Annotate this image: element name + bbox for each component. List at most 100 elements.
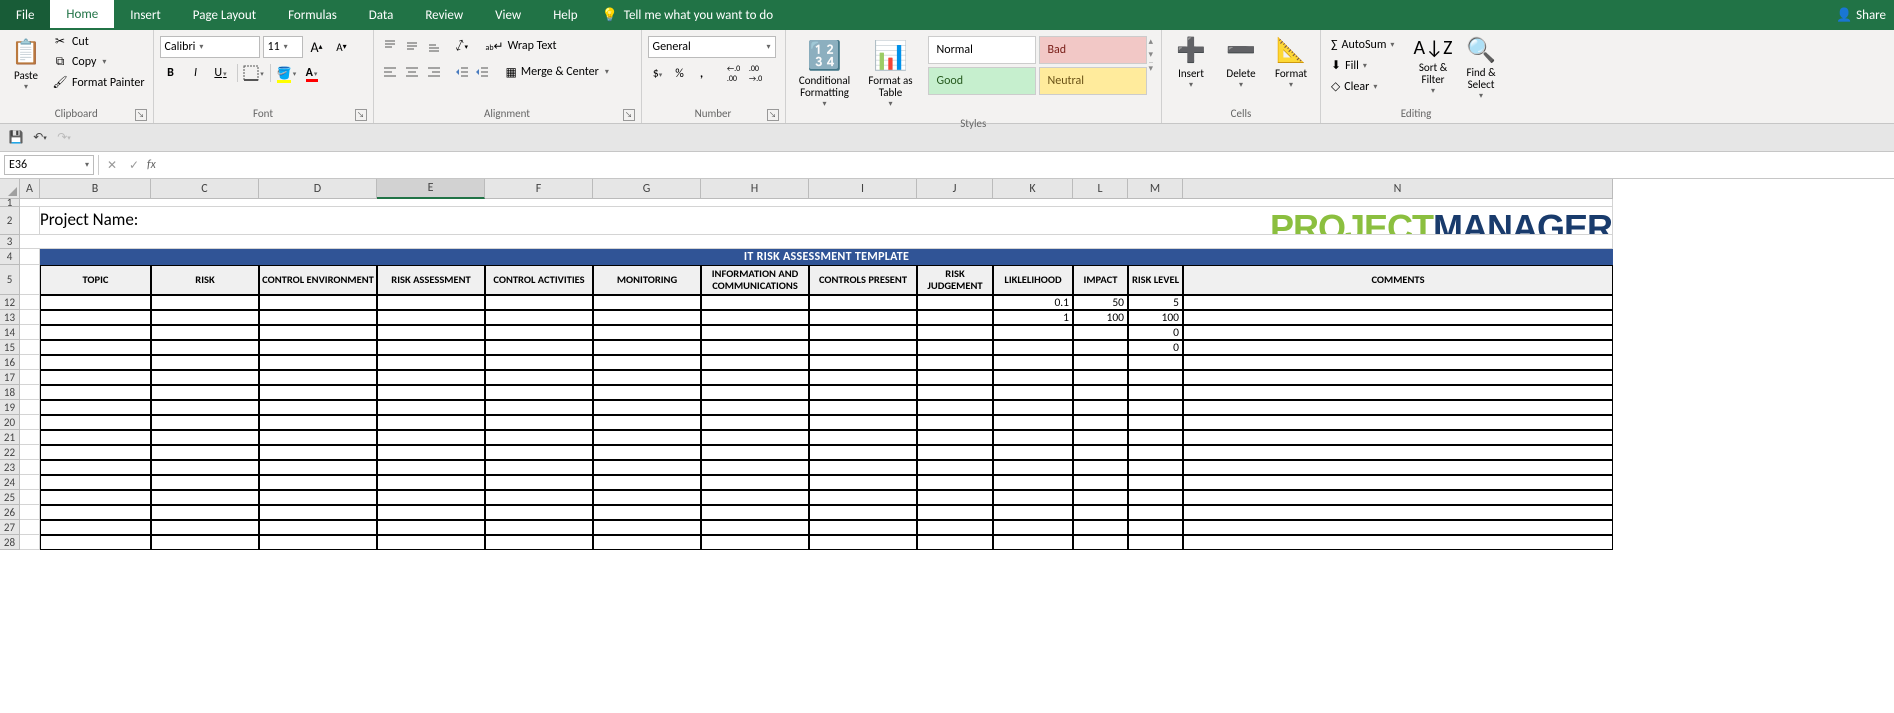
dialog-launcher-icon[interactable]: ↘ (767, 109, 779, 121)
share-button[interactable]: 👤 Share (1836, 8, 1894, 23)
column-header-N[interactable]: N (1183, 179, 1613, 199)
data-cell[interactable] (1128, 400, 1183, 415)
data-cell[interactable] (917, 355, 993, 370)
data-cell[interactable] (917, 535, 993, 550)
data-cell[interactable] (917, 445, 993, 460)
data-cell[interactable] (917, 370, 993, 385)
data-cell[interactable] (809, 520, 917, 535)
data-cell[interactable] (1183, 385, 1613, 400)
data-cell[interactable] (151, 340, 259, 355)
data-cell[interactable] (40, 415, 151, 430)
data-cell[interactable] (1073, 340, 1128, 355)
comma-button[interactable]: , (692, 64, 712, 84)
data-cell[interactable] (485, 325, 593, 340)
data-cell[interactable] (1183, 490, 1613, 505)
data-cell[interactable] (993, 535, 1073, 550)
data-cell[interactable] (259, 475, 377, 490)
insert-tab[interactable]: Insert (114, 0, 177, 30)
column-header-B[interactable]: B (40, 179, 151, 199)
data-cell[interactable] (593, 355, 701, 370)
data-cell[interactable] (1073, 490, 1128, 505)
column-header-I[interactable]: I (809, 179, 917, 199)
data-cell[interactable] (485, 415, 593, 430)
style-good[interactable]: Good (928, 67, 1036, 95)
dialog-launcher-icon[interactable]: ↘ (623, 109, 635, 121)
data-cell[interactable] (593, 460, 701, 475)
data-cell[interactable] (701, 385, 809, 400)
data-cell[interactable] (1128, 385, 1183, 400)
data-cell[interactable] (151, 460, 259, 475)
data-cell[interactable] (1183, 505, 1613, 520)
data-cell[interactable] (809, 310, 917, 325)
data-cell[interactable] (1128, 490, 1183, 505)
data-cell[interactable] (1128, 355, 1183, 370)
data-cell[interactable] (377, 415, 485, 430)
column-header-G[interactable]: G (593, 179, 701, 199)
format-as-table-button[interactable]: 📊 Format as Table ▾ (858, 36, 924, 111)
data-cell[interactable] (917, 460, 993, 475)
clear-button[interactable]: ◇ Clear▾ (1327, 77, 1409, 96)
data-cell[interactable] (701, 340, 809, 355)
data-cell[interactable] (40, 490, 151, 505)
column-header-K[interactable]: K (993, 179, 1073, 199)
tell-me[interactable]: 💡 Tell me what you want to do (602, 8, 774, 23)
data-tab[interactable]: Data (353, 0, 410, 30)
find-select-button[interactable]: 🔍 Find & Select▾ (1457, 36, 1505, 101)
data-cell[interactable] (151, 325, 259, 340)
cell[interactable] (20, 207, 40, 235)
data-cell[interactable] (593, 385, 701, 400)
data-cell[interactable] (1183, 340, 1613, 355)
row-header-19[interactable]: 19 (0, 400, 20, 415)
dialog-launcher-icon[interactable]: ↘ (355, 109, 367, 121)
data-cell[interactable] (809, 475, 917, 490)
data-cell[interactable] (917, 340, 993, 355)
merge-center-button[interactable]: ▦ Merge & Center ▾ (502, 63, 613, 82)
data-cell[interactable] (485, 385, 593, 400)
data-cell[interactable] (1183, 430, 1613, 445)
data-cell[interactable] (917, 325, 993, 340)
data-cell[interactable] (1183, 400, 1613, 415)
data-cell[interactable] (993, 430, 1073, 445)
data-cell[interactable] (259, 310, 377, 325)
data-cell[interactable] (377, 370, 485, 385)
row-header-27[interactable]: 27 (0, 520, 20, 535)
data-cell[interactable] (993, 325, 1073, 340)
data-cell[interactable]: 0 (1128, 340, 1183, 355)
data-cell[interactable] (1183, 475, 1613, 490)
data-cell[interactable] (259, 505, 377, 520)
row-header-23[interactable]: 23 (0, 460, 20, 475)
data-cell[interactable] (485, 445, 593, 460)
help-tab[interactable]: Help (537, 0, 593, 30)
data-cell[interactable] (809, 370, 917, 385)
column-header-H[interactable]: H (701, 179, 809, 199)
data-cell[interactable] (1183, 325, 1613, 340)
data-cell[interactable] (40, 385, 151, 400)
decrease-decimal-icon[interactable]: .00→.0 (746, 64, 766, 84)
data-cell[interactable] (377, 490, 485, 505)
data-cell[interactable] (593, 295, 701, 310)
row-header-12[interactable]: 12 (0, 295, 20, 310)
column-header-D[interactable]: D (259, 179, 377, 199)
data-cell[interactable] (593, 415, 701, 430)
data-cell[interactable] (701, 325, 809, 340)
data-cell[interactable] (259, 520, 377, 535)
data-cell[interactable] (377, 460, 485, 475)
data-cell[interactable] (40, 520, 151, 535)
data-cell[interactable] (917, 415, 993, 430)
data-cell[interactable] (259, 490, 377, 505)
data-cell[interactable] (40, 445, 151, 460)
data-cell[interactable] (993, 385, 1073, 400)
data-cell[interactable] (485, 505, 593, 520)
align-bottom-icon[interactable] (424, 36, 444, 56)
copy-button[interactable]: ⧉ Copy ▾ (48, 53, 149, 71)
data-cell[interactable] (259, 445, 377, 460)
data-cell[interactable] (701, 445, 809, 460)
data-cell[interactable] (593, 520, 701, 535)
data-cell[interactable] (593, 505, 701, 520)
data-cell[interactable] (593, 310, 701, 325)
data-cell[interactable] (259, 385, 377, 400)
cell[interactable] (20, 355, 40, 370)
data-cell[interactable] (917, 385, 993, 400)
row-header-18[interactable]: 18 (0, 385, 20, 400)
data-cell[interactable] (151, 430, 259, 445)
